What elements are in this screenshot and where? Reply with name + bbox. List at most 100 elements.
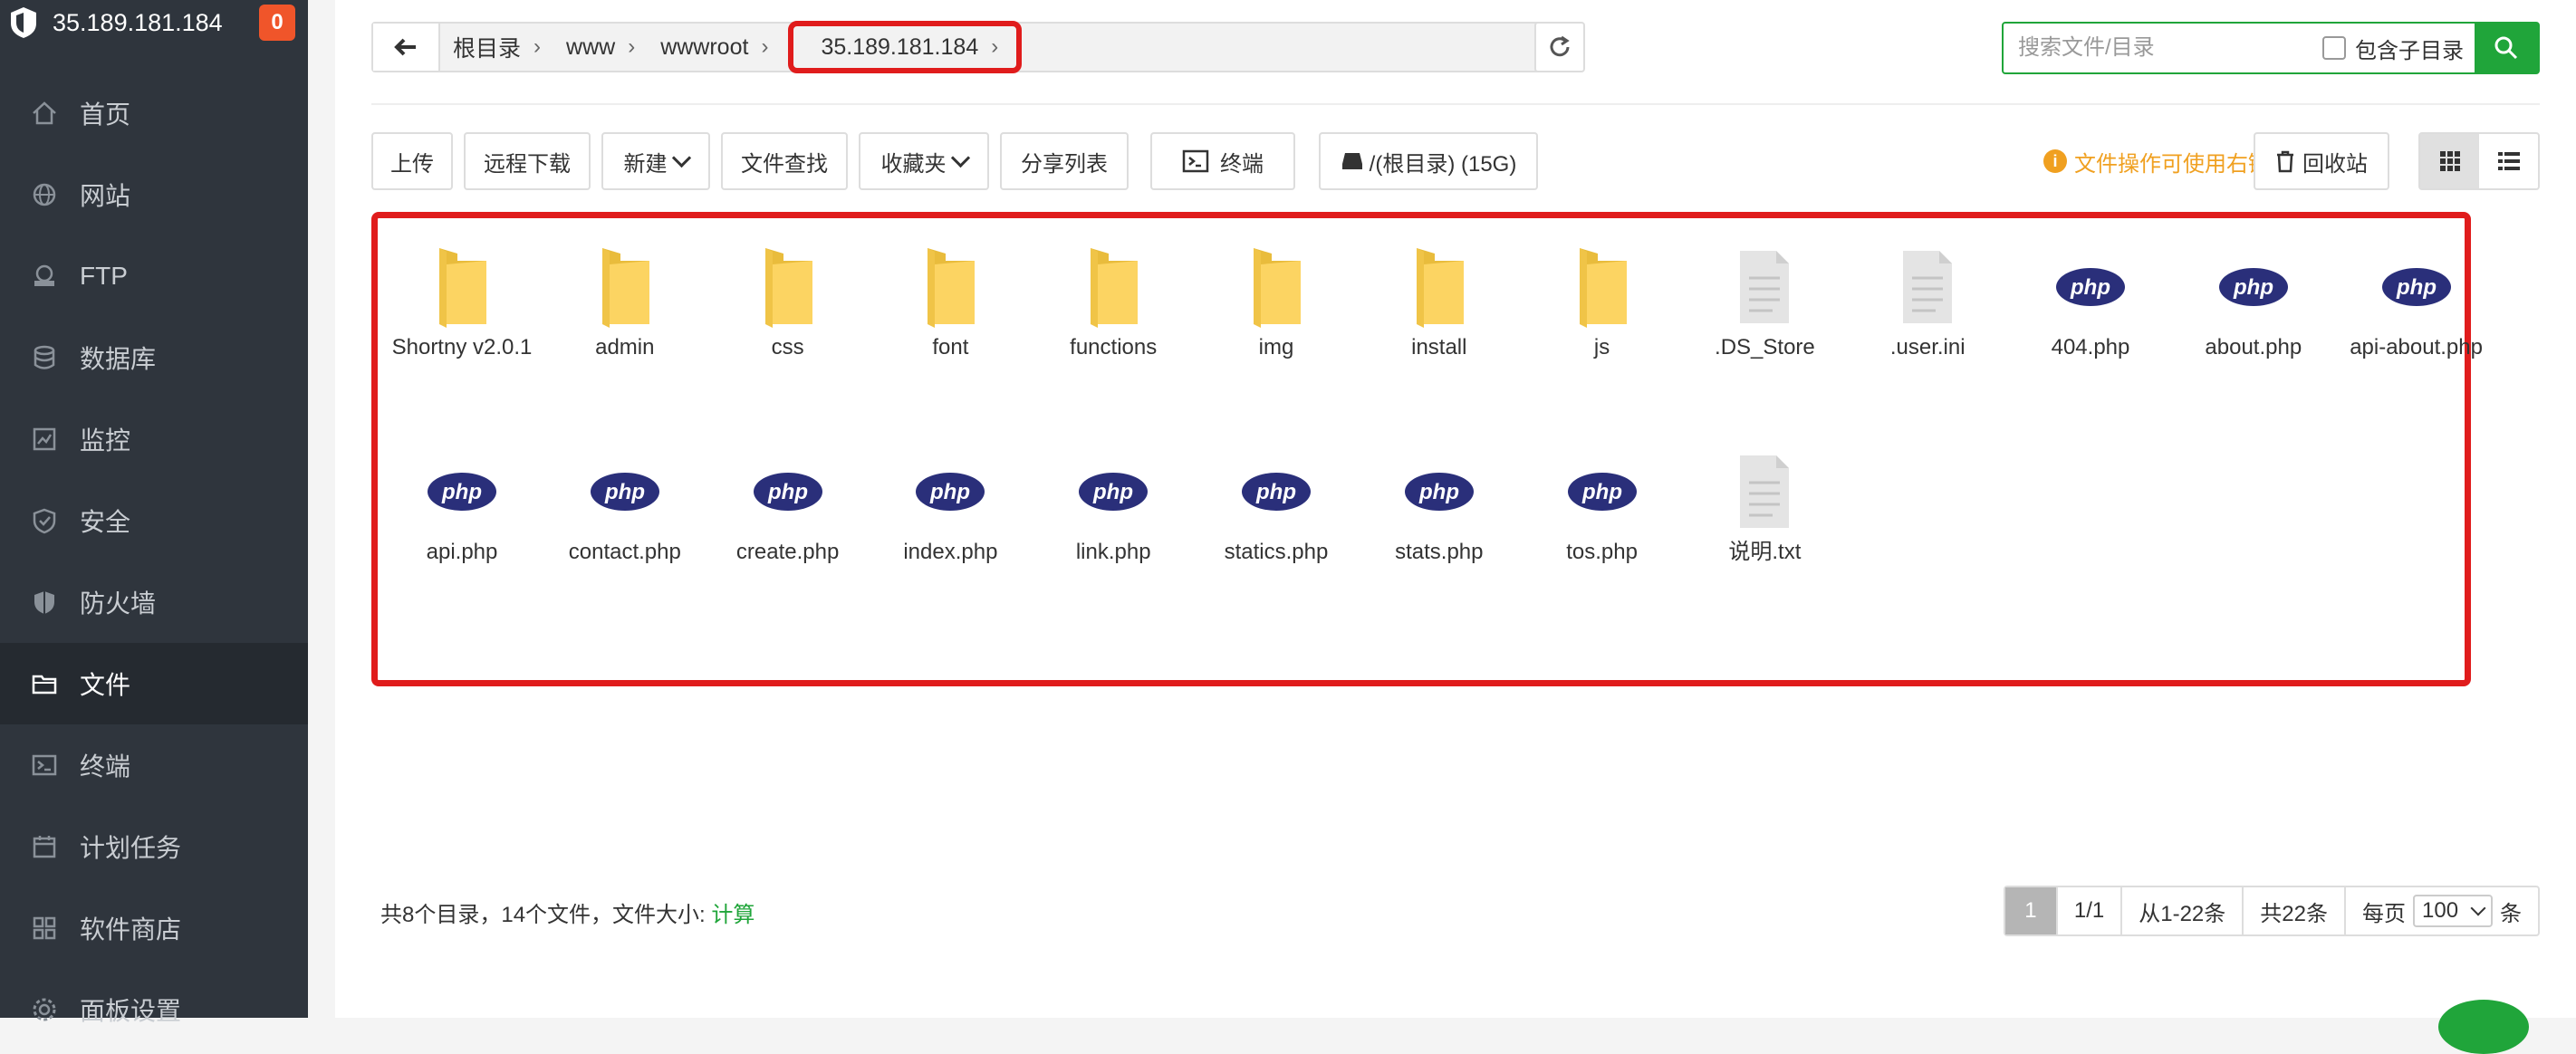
folder-item[interactable]: js bbox=[1525, 242, 1679, 362]
favorites-button[interactable]: 收藏夹 bbox=[859, 132, 989, 190]
folder-item[interactable]: img bbox=[1199, 242, 1353, 362]
file-item[interactable]: php stats.php bbox=[1362, 446, 1516, 567]
file-name: stats.php bbox=[1395, 540, 1484, 564]
folder-item[interactable]: install bbox=[1362, 242, 1516, 362]
file-item[interactable]: php tos.php bbox=[1525, 446, 1679, 567]
php-file-icon: php bbox=[1199, 446, 1353, 537]
sidebar-item-label: 面板设置 bbox=[80, 997, 182, 1025]
sidebar-item-0[interactable]: 首页 bbox=[0, 72, 308, 154]
share-list-label: 分享列表 bbox=[1021, 151, 1108, 177]
svg-text:php: php bbox=[2070, 275, 2110, 300]
file-item[interactable]: php link.php bbox=[1036, 446, 1190, 567]
sidebar-item-6[interactable]: 防火墙 bbox=[0, 561, 308, 643]
hard-drive-icon bbox=[1341, 153, 1362, 169]
sidebar-item-9[interactable]: 计划任务 bbox=[0, 806, 308, 887]
file-item[interactable]: php create.php bbox=[711, 446, 865, 567]
per-page-control: 每页 100 条 bbox=[2346, 887, 2538, 934]
breadcrumb-label: wwwroot bbox=[660, 34, 749, 60]
sidebar-item-8[interactable]: 终端 bbox=[0, 724, 308, 806]
file-item[interactable]: php api.php bbox=[385, 446, 539, 567]
remote-download-button[interactable]: 远程下载 bbox=[464, 132, 591, 190]
sidebar-item-1[interactable]: 网站 bbox=[0, 154, 308, 235]
upload-button[interactable]: 上传 bbox=[371, 132, 453, 190]
breadcrumb-item[interactable]: www › bbox=[553, 24, 648, 71]
calculate-size-link[interactable]: 计算 bbox=[711, 903, 755, 927]
floating-button[interactable] bbox=[2438, 1000, 2529, 1054]
new-button[interactable]: 新建 bbox=[601, 132, 710, 190]
file-name: css bbox=[771, 335, 804, 359]
php-file-icon: php bbox=[2177, 242, 2331, 332]
file-item[interactable]: .user.ini bbox=[1850, 242, 2004, 362]
disk-button[interactable]: /(根目录) (15G) bbox=[1319, 132, 1538, 190]
globe-icon bbox=[29, 179, 60, 210]
document-icon bbox=[1850, 242, 2004, 332]
folder-item[interactable]: Shortny v2.0.1 bbox=[385, 242, 539, 362]
file-item[interactable]: php about.php bbox=[2177, 242, 2331, 362]
list-view-button[interactable] bbox=[2479, 134, 2538, 188]
sidebar-item-11[interactable]: 面板设置 bbox=[0, 969, 308, 1050]
php-file-icon: php bbox=[1036, 446, 1190, 537]
chevron-right-icon: › bbox=[533, 34, 542, 59]
file-item[interactable]: php index.php bbox=[873, 446, 1027, 567]
folder-item[interactable]: functions bbox=[1036, 242, 1190, 362]
include-subdir-checkbox[interactable] bbox=[2322, 36, 2346, 60]
favorites-label: 收藏夹 bbox=[880, 151, 947, 177]
terminal-icon bbox=[1182, 149, 1209, 173]
notification-badge[interactable]: 0 bbox=[259, 5, 295, 41]
per-page-select[interactable]: 100 bbox=[2413, 895, 2493, 927]
share-list-button[interactable]: 分享列表 bbox=[1000, 132, 1129, 190]
folder-item[interactable]: css bbox=[711, 242, 865, 362]
breadcrumb-item[interactable]: wwwroot › bbox=[648, 24, 781, 71]
sidebar-item-label: 防火墙 bbox=[80, 589, 157, 618]
file-name: tos.php bbox=[1566, 540, 1638, 564]
refresh-button[interactable] bbox=[1534, 22, 1585, 72]
file-name: install bbox=[1411, 335, 1467, 359]
chevron-right-icon: › bbox=[761, 34, 769, 59]
recycle-bin-button[interactable]: 回收站 bbox=[2254, 132, 2389, 190]
search-button[interactable] bbox=[2475, 24, 2538, 72]
chevron-right-icon: › bbox=[628, 34, 636, 59]
folder-item[interactable]: font bbox=[873, 242, 1027, 362]
folder-item[interactable]: admin bbox=[548, 242, 702, 362]
sidebar-item-label: 计划任务 bbox=[80, 834, 182, 862]
page-current[interactable]: 1 bbox=[2004, 887, 2058, 934]
terminal-button[interactable]: 终端 bbox=[1150, 132, 1295, 190]
sidebar-item-7[interactable]: 文件 bbox=[0, 643, 308, 724]
file-name: .DS_Store bbox=[1715, 335, 1815, 359]
page-range: 从1-22条 bbox=[2122, 887, 2244, 934]
recycle-bin-label: 回收站 bbox=[2302, 151, 2368, 177]
disk-label: /(根目录) (15G) bbox=[1369, 151, 1517, 177]
file-item[interactable]: php contact.php bbox=[548, 446, 702, 567]
file-search-label: 文件查找 bbox=[741, 151, 828, 177]
breadcrumb-current[interactable]: 35.189.181.184 › bbox=[788, 21, 1023, 73]
calendar-icon bbox=[29, 831, 60, 862]
svg-text:php: php bbox=[767, 480, 808, 504]
remote-download-label: 远程下载 bbox=[484, 151, 571, 177]
sidebar-item-2[interactable]: FTP bbox=[0, 235, 308, 317]
include-subdir-toggle[interactable]: 包含子目录 bbox=[2322, 33, 2464, 64]
svg-text:php: php bbox=[1581, 480, 1622, 504]
file-item[interactable]: 说明.txt bbox=[1687, 446, 1841, 567]
file-item[interactable]: php 404.php bbox=[2014, 242, 2167, 362]
file-name: Shortny v2.0.1 bbox=[391, 335, 533, 359]
file-item[interactable]: php statics.php bbox=[1199, 446, 1353, 567]
grid-view-button[interactable] bbox=[2420, 134, 2479, 188]
sidebar-item-label: 监控 bbox=[80, 426, 131, 455]
per-page-label: 每页 bbox=[2362, 901, 2406, 926]
back-button[interactable] bbox=[373, 24, 440, 71]
file-item[interactable]: .DS_Store bbox=[1687, 242, 1841, 362]
svg-text:php: php bbox=[1092, 480, 1133, 504]
file-item[interactable]: php api-about.php bbox=[2340, 242, 2494, 362]
sidebar-item-label: 文件 bbox=[80, 671, 131, 699]
breadcrumb-item[interactable]: 根目录 › bbox=[440, 24, 553, 71]
sidebar-item-10[interactable]: 软件商店 bbox=[0, 887, 308, 969]
monitor-icon bbox=[29, 424, 60, 455]
sidebar-item-label: 终端 bbox=[80, 752, 131, 781]
file-search-button[interactable]: 文件查找 bbox=[721, 132, 848, 190]
sidebar-item-4[interactable]: 监控 bbox=[0, 398, 308, 480]
sidebar-item-5[interactable]: 安全 bbox=[0, 480, 308, 561]
right-click-tip-text: 文件操作可使用右键 bbox=[2074, 151, 2270, 177]
php-file-icon: php bbox=[873, 446, 1027, 537]
search-input[interactable] bbox=[2004, 34, 2319, 62]
sidebar-item-3[interactable]: 数据库 bbox=[0, 317, 308, 398]
